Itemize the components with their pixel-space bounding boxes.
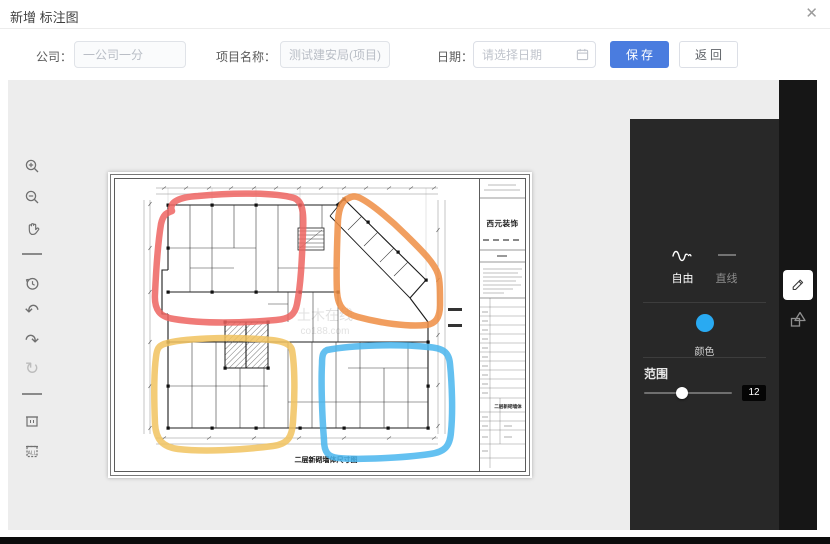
panel-divider — [643, 357, 766, 358]
annotation-stroke-red — [155, 194, 303, 323]
annotation-canvas[interactable]: ↶ ↷ ↻ ALL — [8, 80, 817, 530]
save-button[interactable]: 保存 — [610, 41, 669, 68]
project-name-field[interactable] — [280, 41, 390, 68]
color-swatch[interactable] — [695, 313, 715, 333]
history-icon[interactable] — [21, 272, 43, 294]
delete-icon[interactable] — [21, 410, 43, 432]
annotation-stroke-yellow — [154, 338, 294, 450]
undo-icon[interactable]: ↶ — [21, 300, 43, 322]
close-icon[interactable]: ✕ — [805, 4, 818, 24]
svg-text:二层新砌墙体: 二层新砌墙体 — [494, 403, 522, 410]
shapes-mode-button[interactable] — [787, 308, 809, 330]
toolbar-divider — [22, 253, 42, 255]
svg-text:ALL: ALL — [28, 451, 37, 457]
color-label: 颜色 — [630, 343, 779, 358]
mode-strip — [779, 80, 817, 530]
pan-hand-icon[interactable] — [21, 217, 43, 239]
project-name-label: 项目名称： — [216, 48, 276, 65]
pencil-mode-button[interactable] — [783, 270, 813, 300]
redo-icon[interactable]: ↷ — [21, 330, 43, 352]
date-picker[interactable] — [473, 41, 596, 68]
pencil-icon — [790, 277, 806, 293]
panel-divider — [643, 302, 766, 303]
straight-line-label: 直线 — [716, 270, 738, 286]
title-block: 西元装饰 二层新砌墙体 — [480, 185, 525, 468]
toolbar-divider — [22, 393, 42, 395]
bottom-bar — [0, 537, 830, 544]
annotation-dialog: 新增 标注图 ✕ 公司： 项目名称： 日期： 保存 返回 — [0, 0, 830, 544]
range-value[interactable]: 12 — [742, 385, 766, 401]
free-draw-tool[interactable]: 自由 — [672, 247, 694, 286]
brush-settings-panel: 自由 直线 颜色 范围 12 — [630, 119, 779, 530]
zoom-in-icon[interactable] — [21, 155, 43, 177]
sheet-border — [111, 175, 530, 476]
svg-text:西元装饰: 西元装饰 — [487, 218, 519, 228]
straight-line-tool[interactable]: 直线 — [716, 247, 738, 286]
zoom-out-icon[interactable] — [21, 186, 43, 208]
free-draw-label: 自由 — [672, 270, 694, 286]
range-slider[interactable] — [644, 392, 732, 394]
shapes-icon — [788, 309, 808, 329]
date-label: 日期： — [437, 48, 473, 65]
svg-text:co188.com: co188.com — [301, 326, 350, 337]
return-button[interactable]: 返回 — [679, 41, 738, 68]
page-title: 新增 标注图 — [10, 7, 79, 26]
company-field[interactable] — [74, 41, 186, 68]
repeat-icon[interactable]: ↻ — [21, 358, 43, 380]
calendar-icon[interactable] — [576, 48, 589, 61]
line-icon — [716, 247, 738, 263]
wave-icon — [672, 247, 694, 263]
range-slider-knob[interactable] — [676, 387, 688, 399]
range-label: 范围 — [644, 365, 668, 382]
delete-all-icon[interactable]: ALL — [21, 440, 43, 462]
company-label: 公司： — [36, 48, 72, 65]
form-row: 公司： 项目名称： 日期： 保存 返回 — [0, 40, 830, 70]
drawing-sheet[interactable]: 土木在线 co188.com — [108, 172, 532, 478]
dialog-header: 新增 标注图 ✕ — [0, 0, 830, 29]
